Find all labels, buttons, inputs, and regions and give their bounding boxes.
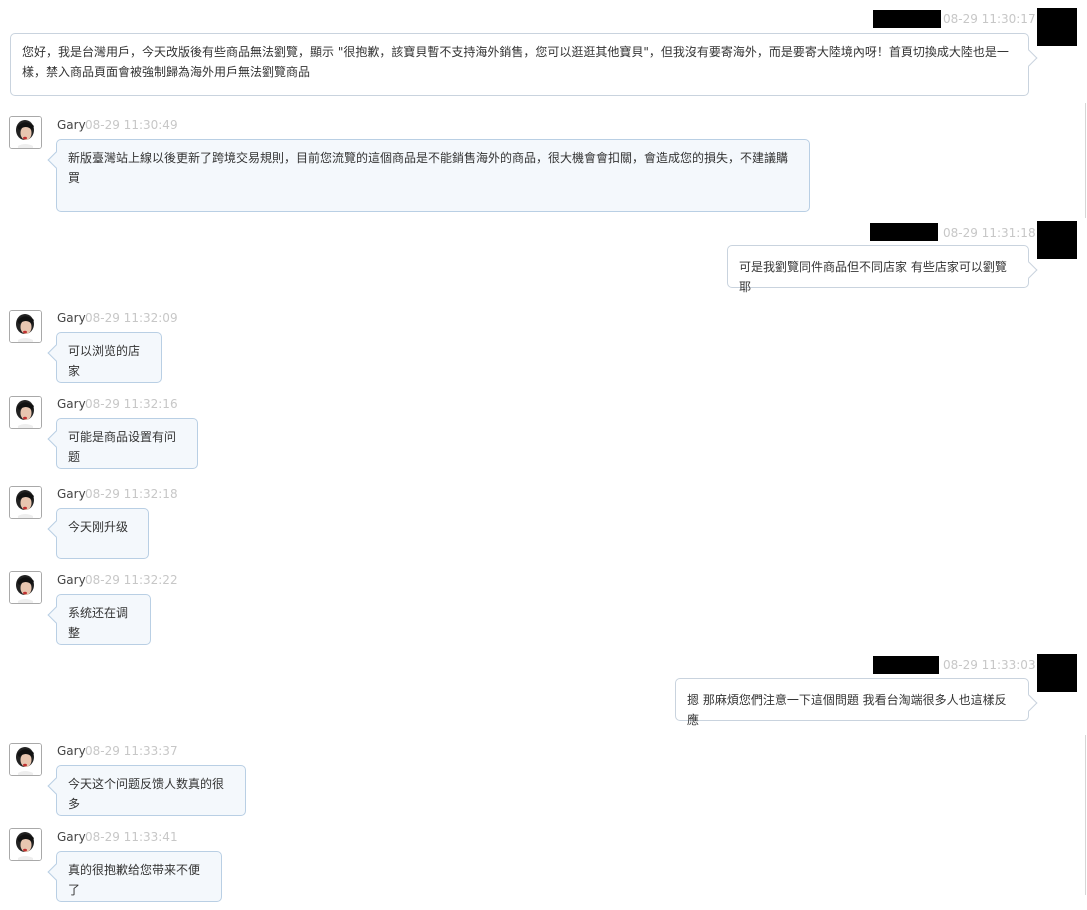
- agent-portrait-icon: [10, 311, 41, 342]
- agent-portrait-icon: [10, 829, 41, 860]
- redacted-username: [873, 656, 939, 674]
- message-bubble: 摁 那麻煩您們注意一下這個問題 我看台淘端很多人也這樣反應: [675, 678, 1029, 727]
- agent-name: Gary: [57, 830, 86, 844]
- agent-avatar: [9, 310, 42, 343]
- scroll-edge-line: [1085, 103, 1086, 218]
- agent-avatar: [9, 116, 42, 149]
- message-bubble: 可是我劉覽同件商品但不同店家 有些店家可以劉覽耶: [727, 245, 1029, 294]
- redacted-username: [873, 10, 941, 28]
- agent-name: Gary: [57, 397, 86, 411]
- message-timestamp: 08-29 11:32:09: [85, 311, 178, 325]
- agent-name: Gary: [57, 311, 86, 325]
- agent-portrait-icon: [10, 744, 41, 775]
- message-timestamp: 08-29 11:31:18: [943, 226, 1036, 240]
- message-timestamp: 08-29 11:32:22: [85, 573, 178, 587]
- message-timestamp: 08-29 11:33:03: [943, 658, 1036, 672]
- message-timestamp: 08-29 11:33:41: [85, 830, 178, 844]
- agent-avatar: [9, 396, 42, 429]
- agent-avatar: [9, 828, 42, 861]
- message-text: 系统还在调整: [68, 606, 129, 640]
- message-timestamp: 08-29 11:32:16: [85, 397, 178, 411]
- message-text: 今天刚升级: [68, 520, 129, 534]
- message-bubble: 系统还在调整: [56, 594, 151, 645]
- message-bubble: 真的很抱歉给您带来不便了: [56, 851, 222, 902]
- message-timestamp: 08-29 11:33:37: [85, 744, 178, 758]
- message-bubble: 您好，我是台灣用戶，今天改版後有些商品無法劉覽，顯示 "很抱歉，該寶貝暫不支持海…: [10, 33, 1029, 96]
- message-text: 真的很抱歉给您带来不便了: [68, 863, 201, 897]
- message-text: 可是我劉覽同件商品但不同店家 有些店家可以劉覽耶: [739, 260, 1007, 294]
- agent-name: Gary: [57, 487, 86, 501]
- message-bubble: 可以浏览的店家: [56, 332, 162, 383]
- scroll-edge-line: [1085, 735, 1086, 895]
- agent-name: Gary: [57, 118, 86, 132]
- agent-portrait-icon: [10, 117, 41, 148]
- message-text: 可能是商品设置有问题: [68, 430, 177, 464]
- agent-portrait-icon: [10, 397, 41, 428]
- agent-avatar: [9, 486, 42, 519]
- message-text: 可以浏览的店家: [68, 344, 141, 378]
- user-avatar: [1037, 221, 1077, 259]
- agent-avatar: [9, 743, 42, 776]
- agent-name: Gary: [57, 573, 86, 587]
- agent-portrait-icon: [10, 487, 41, 518]
- user-avatar: [1037, 8, 1077, 46]
- message-text: 摁 那麻煩您們注意一下這個問題 我看台淘端很多人也這樣反應: [687, 693, 1007, 727]
- message-timestamp: 08-29 11:30:49: [85, 118, 178, 132]
- message-text: 新版臺灣站上線以後更新了跨境交易規則，目前您流覽的這個商品是不能銷售海外的商品，…: [68, 151, 789, 185]
- user-avatar: [1037, 654, 1077, 692]
- message-timestamp: 08-29 11:32:18: [85, 487, 178, 501]
- agent-portrait-icon: [10, 572, 41, 603]
- message-bubble: 可能是商品设置有问题: [56, 418, 198, 469]
- message-bubble: 今天刚升级: [56, 508, 149, 559]
- redacted-username: [870, 223, 938, 241]
- agent-name: Gary: [57, 744, 86, 758]
- agent-avatar: [9, 571, 42, 604]
- message-bubble: 今天这个问题反馈人数真的很多: [56, 765, 246, 816]
- message-text: 您好，我是台灣用戶，今天改版後有些商品無法劉覽，顯示 "很抱歉，該寶貝暫不支持海…: [22, 45, 1009, 79]
- message-bubble: 新版臺灣站上線以後更新了跨境交易規則，目前您流覽的這個商品是不能銷售海外的商品，…: [56, 139, 810, 212]
- message-timestamp: 08-29 11:30:17: [943, 12, 1036, 26]
- message-text: 今天这个问题反馈人数真的很多: [68, 777, 225, 811]
